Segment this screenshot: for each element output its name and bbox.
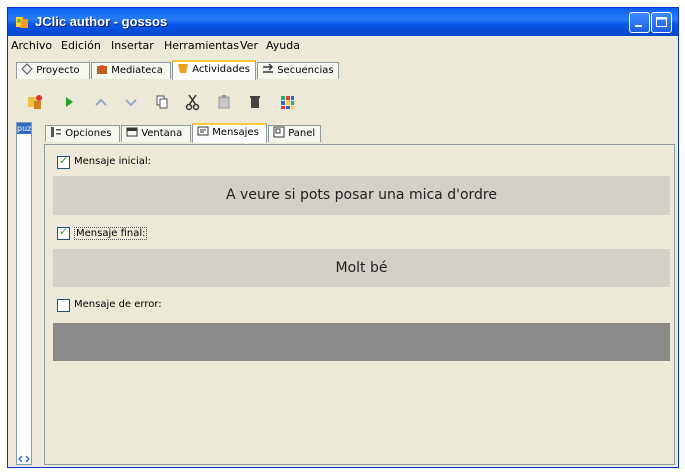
menu-ayuda[interactable]: Ayuda bbox=[266, 39, 300, 52]
menu-bar: Archivo Edición Insertar Herramientas Ve… bbox=[8, 36, 678, 55]
activities-toolbar bbox=[8, 90, 678, 116]
final-message-box[interactable]: Molt bé bbox=[53, 249, 670, 287]
tab-opciones[interactable]: Opciones bbox=[45, 125, 120, 142]
activity-list[interactable]: puzz bbox=[16, 122, 32, 465]
messages-panel: Mensaje inicial: A veure si pots posar u… bbox=[44, 144, 675, 465]
tab-mediateca[interactable]: Mediateca bbox=[91, 62, 171, 79]
tab-label: Actividades bbox=[192, 64, 250, 75]
tab-secuencias[interactable]: Secuencias bbox=[257, 62, 339, 79]
menu-insertar[interactable]: Insertar bbox=[111, 39, 154, 52]
final-message-label: Mensaje final: bbox=[74, 227, 148, 240]
app-window: JClic author - gossos Archivo Edición In… bbox=[7, 7, 679, 468]
tab-label: Opciones bbox=[65, 128, 112, 139]
tab-label: Ventana bbox=[141, 128, 183, 139]
window-title: JClic author - gossos bbox=[35, 14, 168, 29]
menu-archivo[interactable]: Archivo bbox=[11, 39, 52, 52]
window-icon bbox=[126, 127, 138, 137]
minimize-button[interactable] bbox=[629, 12, 650, 33]
grid-icon[interactable] bbox=[278, 93, 296, 111]
cut-icon[interactable] bbox=[184, 93, 202, 111]
initial-message-checkbox[interactable] bbox=[57, 154, 70, 169]
paste-icon[interactable] bbox=[215, 93, 233, 111]
initial-message-box[interactable]: A veure si pots posar una mica d'ordre bbox=[53, 176, 670, 215]
title-bar[interactable]: JClic author - gossos bbox=[8, 8, 678, 36]
menu-herramientas[interactable]: Herramientas bbox=[164, 39, 239, 52]
maximize-button[interactable] bbox=[651, 12, 672, 33]
tab-label: Panel bbox=[288, 128, 316, 139]
initial-message-label: Mensaje inicial: bbox=[74, 156, 152, 167]
move-down-icon[interactable] bbox=[122, 93, 140, 111]
project-icon bbox=[21, 63, 33, 75]
messages-icon bbox=[197, 126, 209, 136]
tab-mensajes[interactable]: Mensajes bbox=[192, 123, 267, 143]
activity-editor-tabs: Opciones Ventana Mensajes Panel bbox=[45, 123, 665, 145]
main-tab-bar: Proyecto Mediateca Actividades Secuencia… bbox=[16, 60, 676, 80]
tab-label: Mediateca bbox=[111, 65, 163, 76]
error-message-checkbox[interactable] bbox=[57, 299, 70, 312]
mediateca-icon bbox=[97, 65, 107, 74]
tab-actividades[interactable]: Actividades bbox=[172, 60, 256, 80]
copy-icon[interactable] bbox=[153, 93, 171, 111]
jclic-app-icon bbox=[16, 17, 28, 28]
tab-proyecto[interactable]: Proyecto bbox=[16, 62, 90, 79]
panel-icon bbox=[273, 126, 285, 138]
scroll-arrows-icon bbox=[18, 455, 30, 463]
error-message-label: Mensaje de error: bbox=[74, 299, 162, 310]
tab-panel[interactable]: Panel bbox=[268, 125, 321, 142]
tab-label: Secuencias bbox=[277, 65, 334, 76]
final-message-checkbox[interactable] bbox=[57, 225, 70, 240]
activity-list-item[interactable]: puzz bbox=[17, 123, 31, 134]
tab-label: Proyecto bbox=[36, 65, 80, 76]
new-activity-icon[interactable] bbox=[26, 93, 44, 111]
maximize-icon bbox=[656, 17, 667, 27]
options-icon bbox=[51, 127, 61, 137]
list-scroll-arrows[interactable] bbox=[17, 454, 31, 464]
activities-icon bbox=[178, 64, 188, 73]
tab-label: Mensajes bbox=[212, 127, 259, 138]
minimize-icon bbox=[635, 25, 642, 27]
sequences-icon bbox=[263, 63, 273, 73]
tab-ventana[interactable]: Ventana bbox=[121, 125, 191, 142]
delete-icon[interactable] bbox=[246, 93, 264, 111]
error-message-box bbox=[53, 323, 670, 361]
menu-ver[interactable]: Ver bbox=[240, 39, 258, 52]
move-up-icon[interactable] bbox=[92, 93, 110, 111]
menu-edicion[interactable]: Edición bbox=[61, 39, 101, 52]
play-icon[interactable] bbox=[60, 93, 78, 111]
